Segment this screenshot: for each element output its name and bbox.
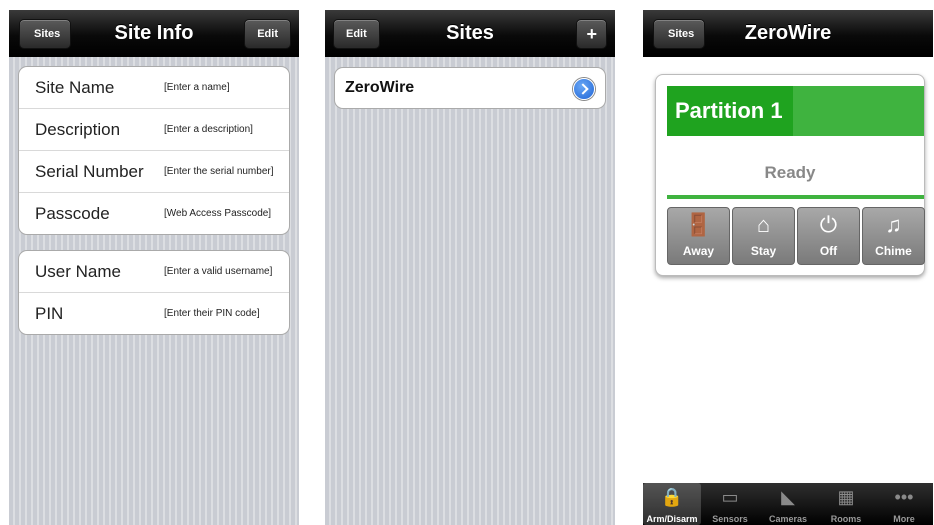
tab-label: Arm/Disarm [646,514,698,524]
off-button[interactable]: ⏻ Off [797,207,860,265]
sensor-icon: ▭ [721,487,739,507]
button-label: Away [682,244,715,258]
back-button-label: Sites [34,28,61,40]
power-icon: ⏻ [819,212,838,237]
button-label: Chime [875,244,912,258]
home-arm-icon: ⌂ [756,212,771,237]
partition-status: Ready [764,163,816,182]
field-label: Site Name [35,78,115,97]
serial-number-field[interactable]: [Enter the serial number] [164,151,274,192]
button-label: Off [819,244,838,258]
music-notes-icon: ♫ [885,212,902,237]
edit-button[interactable]: Edit [333,19,380,49]
pin-field[interactable]: [Enter their PIN code] [164,293,260,334]
site-name-row[interactable]: Site Name [Enter a name] [19,67,289,109]
tab-arm-disarm[interactable]: 🔒 Arm/Disarm [643,483,701,525]
partition-name: Partition 1 [667,86,793,136]
add-site-button[interactable]: + [576,19,607,49]
sites-list-screen: Sites Edit + ZeroWire [325,10,615,525]
tab-label: Rooms [830,514,862,524]
nav-bar: Sites Edit + [325,10,615,57]
rooms-icon: ▦ [837,487,855,507]
tab-rooms[interactable]: ▦ Rooms [817,483,875,525]
back-to-sites-button[interactable]: Sites [653,19,706,49]
back-button-label: Sites [668,28,695,40]
tab-more[interactable]: ••• More [875,483,933,525]
edit-button[interactable]: Edit [244,19,291,49]
arm-disarm-screen: ZeroWire Sites Partition 1 Ready 🚪 Away … [643,10,933,525]
field-label: Description [35,120,121,139]
padlock-icon: 🔒 [660,487,684,507]
chime-button[interactable]: ♫ Chime [862,207,925,265]
field-label: User Name [35,262,121,281]
nav-bar: ZeroWire Sites [643,10,933,57]
partition-panel: Partition 1 Ready 🚪 Away ⌂ Stay ⏻ Off ♫ … [655,74,925,276]
tab-bar: 🔒 Arm/Disarm ▭ Sensors ◣ Cameras ▦ Rooms… [643,483,933,525]
passcode-field[interactable]: [Web Access Passcode] [164,193,271,234]
back-to-sites-button[interactable]: Sites [19,19,72,49]
tab-label: More [893,514,915,524]
site-list-item[interactable]: ZeroWire [334,67,606,109]
passcode-row[interactable]: Passcode [Web Access Passcode] [19,193,289,234]
site-name: ZeroWire [345,79,415,96]
field-label: Serial Number [35,162,144,181]
status-divider [667,195,924,199]
tab-cameras[interactable]: ◣ Cameras [759,483,817,525]
user-name-row[interactable]: User Name [Enter a valid username] [19,251,289,293]
tab-sensors[interactable]: ▭ Sensors [701,483,759,525]
user-credentials-group: User Name [Enter a valid username] PIN [En… [18,250,290,335]
detail-disclosure-icon[interactable] [573,78,595,100]
serial-number-row[interactable]: Serial Number [Enter the serial number] [19,151,289,193]
user-name-field[interactable]: [Enter a valid username] [164,251,272,292]
more-icon: ••• [894,487,914,507]
nav-bar: Site Info Sites Edit [9,10,299,57]
pin-row[interactable]: PIN [Enter their PIN code] [19,293,289,334]
field-label: Passcode [35,204,110,223]
tab-label: Cameras [768,514,808,524]
site-name-field[interactable]: [Enter a name] [164,67,230,108]
description-row[interactable]: Description [Enter a description] [19,109,289,151]
description-field[interactable]: [Enter a description] [164,109,253,150]
site-details-group: Site Name [Enter a name] Description [Ente… [18,66,290,235]
site-info-screen: Site Info Sites Edit Site Name [Enter a n… [9,10,299,525]
stay-button[interactable]: ⌂ Stay [732,207,795,265]
camera-icon: ◣ [781,487,795,507]
door-exit-icon: 🚪 [684,212,713,237]
field-label: PIN [35,304,64,323]
away-button[interactable]: 🚪 Away [667,207,730,265]
tab-label: Sensors [712,514,748,524]
button-label: Stay [750,244,777,258]
